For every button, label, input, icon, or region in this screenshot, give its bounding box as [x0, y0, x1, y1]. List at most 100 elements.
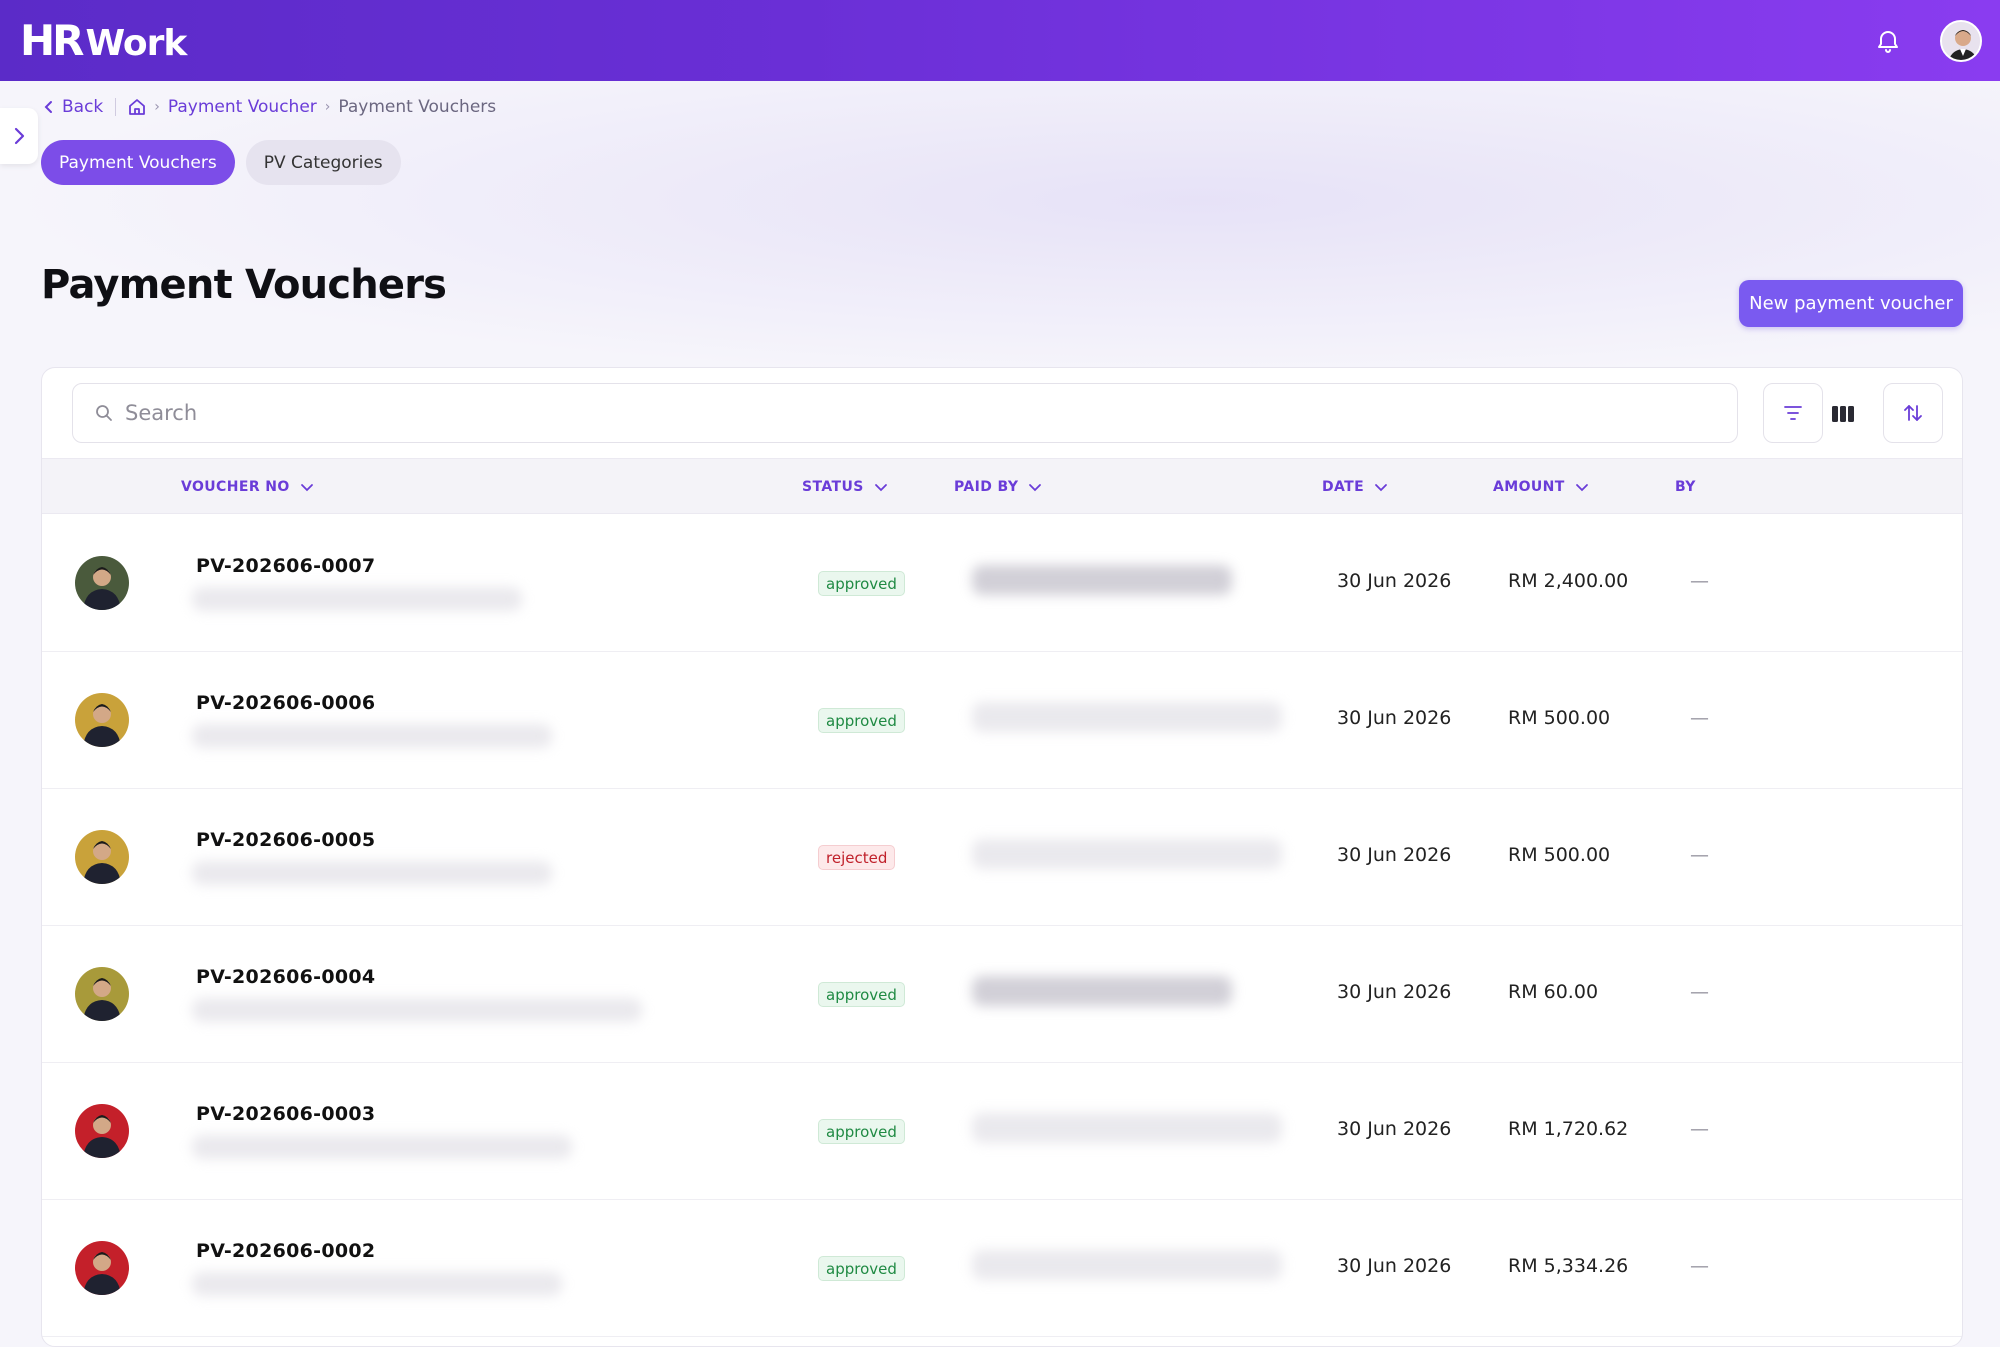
app-logo[interactable]: HR Work	[20, 16, 188, 65]
redacted-paid-by	[972, 839, 1282, 869]
header-background	[0, 81, 2000, 381]
voucher-date: 30 Jun 2026	[1337, 981, 1452, 1003]
tab-pv-categories[interactable]: PV Categories	[245, 140, 401, 185]
voucher-date: 30 Jun 2026	[1337, 570, 1452, 592]
employee-avatar[interactable]	[75, 556, 129, 610]
voucher-number[interactable]: PV-202606-0004	[196, 966, 375, 988]
table-row[interactable]: PV-202606-0003 approved 30 Jun 2026 RM 1,72…	[42, 1063, 1962, 1200]
status-badge: approved	[818, 708, 905, 733]
voucher-date: 30 Jun 2026	[1337, 1255, 1452, 1277]
voucher-date: 30 Jun 2026	[1337, 1118, 1452, 1140]
sort-button[interactable]	[1883, 383, 1943, 443]
back-link[interactable]: Back	[44, 97, 103, 117]
back-label: Back	[62, 97, 104, 117]
chevron-down-icon	[874, 483, 887, 491]
redacted-paid-by	[972, 1113, 1282, 1143]
column-header-paid-by[interactable]: PAID BY	[954, 459, 1042, 515]
top-navigation-bar: HR Work	[0, 0, 2000, 81]
voucher-date: 30 Jun 2026	[1337, 707, 1452, 729]
voucher-amount: RM 60.00	[1508, 981, 1599, 1003]
table-row[interactable]: PV-202606-0004 approved 30 Jun 2026 RM 60.0…	[42, 926, 1962, 1063]
chevron-right-icon	[14, 127, 25, 145]
home-icon[interactable]	[128, 98, 146, 116]
voucher-amount: RM 500.00	[1508, 844, 1611, 866]
redacted-paid-by	[972, 702, 1282, 732]
voucher-by: —	[1690, 1118, 1709, 1140]
breadcrumb-chevron-icon: ›	[324, 99, 331, 115]
search-box	[72, 383, 1738, 443]
chevron-left-icon	[44, 101, 52, 113]
table-row[interactable]: PV-202606-0006 approved 30 Jun 2026 RM 500.…	[42, 652, 1962, 789]
tab-bar: Payment Vouchers PV Categories	[41, 140, 401, 185]
employee-avatar[interactable]	[75, 693, 129, 747]
voucher-date: 30 Jun 2026	[1337, 844, 1452, 866]
column-date-label: DATE	[1322, 479, 1365, 495]
breadcrumb-chevron-icon: ›	[154, 99, 160, 115]
redacted-paid-by	[972, 1250, 1282, 1280]
voucher-by: —	[1690, 981, 1709, 1003]
status-badge: approved	[818, 571, 905, 596]
notification-bell-icon[interactable]	[1874, 27, 1902, 55]
voucher-number[interactable]: PV-202606-0005	[196, 829, 375, 851]
redacted-description	[192, 724, 552, 748]
redacted-description	[192, 1135, 572, 1159]
table-toolbar	[42, 368, 1962, 458]
voucher-by: —	[1690, 707, 1709, 729]
breadcrumb-current: Payment Vouchers	[338, 97, 497, 117]
table-header: VOUCHER NO STATUS PAID BY DATE AMOUNT BY	[42, 458, 1962, 514]
table-row[interactable]: PV-202606-0007 approved 30 Jun 2026 RM 2,40…	[42, 515, 1962, 652]
column-voucher-no-label: VOUCHER NO	[181, 479, 290, 495]
filter-button[interactable]	[1763, 383, 1823, 443]
column-header-status[interactable]: STATUS	[802, 459, 888, 515]
redacted-paid-by	[972, 565, 1232, 595]
sidebar-expand-button[interactable]	[0, 108, 38, 164]
column-status-label: STATUS	[802, 479, 864, 495]
column-paid-by-label: PAID BY	[954, 479, 1019, 495]
status-badge: rejected	[818, 845, 896, 870]
voucher-number[interactable]: PV-202606-0002	[196, 1240, 375, 1262]
employee-avatar[interactable]	[75, 967, 129, 1021]
new-payment-voucher-button[interactable]: New payment voucher	[1739, 280, 1963, 327]
page-title: Payment Vouchers	[41, 262, 447, 308]
chevron-down-icon	[1375, 483, 1387, 491]
table-row[interactable]: PV-202606-0005 rejected 30 Jun 2026 RM 500.…	[42, 789, 1962, 926]
search-input[interactable]	[125, 401, 1737, 425]
redacted-description	[192, 998, 642, 1022]
voucher-number[interactable]: PV-202606-0007	[196, 555, 375, 577]
voucher-amount: RM 2,400.00	[1508, 570, 1629, 592]
status-badge: approved	[818, 1119, 905, 1144]
sort-arrows-icon	[1904, 405, 1922, 421]
redacted-description	[192, 861, 552, 885]
voucher-number[interactable]: PV-202606-0006	[196, 692, 375, 714]
voucher-amount: RM 5,334.26	[1508, 1255, 1629, 1277]
redacted-paid-by	[972, 976, 1232, 1006]
logo-hr-text: HR	[20, 16, 84, 65]
status-badge: approved	[818, 982, 905, 1007]
employee-avatar[interactable]	[75, 830, 129, 884]
breadcrumb-payment-voucher[interactable]: Payment Voucher	[168, 97, 317, 117]
search-icon	[96, 405, 112, 421]
column-header-voucher-no[interactable]: VOUCHER NO	[181, 459, 314, 515]
employee-avatar[interactable]	[75, 1241, 129, 1295]
voucher-by: —	[1690, 570, 1709, 592]
vouchers-table-card: VOUCHER NO STATUS PAID BY DATE AMOUNT BY…	[41, 367, 1963, 1347]
table-row[interactable]: PV-202606-0002 approved 30 Jun 2026 RM 5,33…	[42, 1200, 1962, 1337]
breadcrumb-divider	[115, 98, 117, 116]
voucher-amount: RM 500.00	[1508, 707, 1611, 729]
user-avatar[interactable]	[1940, 19, 1982, 62]
chevron-down-icon	[1575, 483, 1588, 491]
employee-avatar[interactable]	[75, 1104, 129, 1158]
column-header-date[interactable]: DATE	[1322, 459, 1388, 515]
column-header-amount[interactable]: AMOUNT	[1493, 459, 1589, 515]
redacted-description	[192, 1272, 562, 1296]
column-amount-label: AMOUNT	[1493, 479, 1565, 495]
column-by-label: BY	[1675, 479, 1696, 495]
tab-payment-vouchers[interactable]: Payment Vouchers	[41, 140, 235, 185]
column-header-by[interactable]: BY	[1675, 459, 1696, 515]
chevron-down-icon	[1029, 483, 1042, 491]
status-badge: approved	[818, 1256, 905, 1281]
voucher-by: —	[1690, 844, 1709, 866]
columns-icon[interactable]	[1827, 398, 1859, 430]
logo-work-text: Work	[85, 23, 188, 64]
voucher-number[interactable]: PV-202606-0003	[196, 1103, 375, 1125]
